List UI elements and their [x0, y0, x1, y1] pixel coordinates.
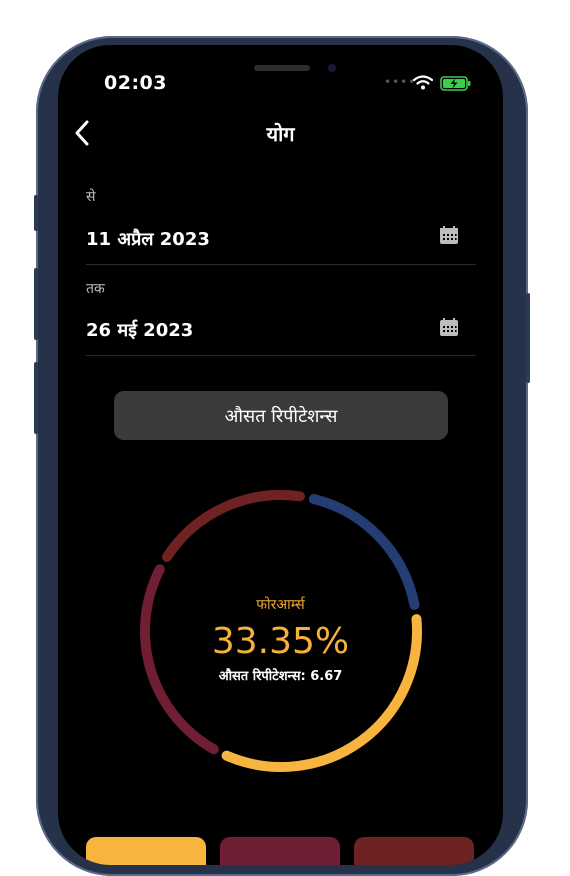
to-date-divider	[86, 355, 476, 356]
ring-segment-red	[161, 490, 305, 562]
bottom-button-yellow[interactable]	[86, 837, 206, 865]
status-time: 02:03	[104, 72, 167, 94]
to-date-label: तक	[86, 281, 105, 297]
ring-percentage: 33.35%	[211, 621, 350, 662]
notch	[162, 45, 400, 91]
side-button-left-2	[34, 268, 38, 340]
ring-category-label: फोरआर्म्स	[256, 597, 305, 613]
wifi-icon	[413, 75, 433, 90]
to-date-value[interactable]: 26 मई 2023	[86, 318, 193, 342]
signal-dots-icon: ••••	[384, 75, 417, 89]
average-repetitions-label: औसत रिपीटेशन्स	[224, 405, 338, 427]
battery-charging-icon	[440, 76, 471, 91]
page-title: योग	[266, 122, 295, 146]
side-button-left-3	[34, 362, 38, 434]
from-date-value[interactable]: 11 अप्रैल 2023	[86, 227, 210, 251]
screen: 02:03 •••• योग से 11 अप्रैल 2023 तक 26 म…	[58, 45, 503, 865]
from-date-divider	[86, 264, 476, 265]
from-date-label: से	[86, 189, 96, 205]
side-button-left-1	[34, 195, 38, 231]
calendar-icon[interactable]	[439, 317, 459, 337]
calendar-icon[interactable]	[439, 225, 459, 245]
ring-average-text: औसत रिपीटेशन्स: 6.67	[218, 669, 343, 684]
bottom-button-maroon[interactable]	[220, 837, 340, 865]
ring-segment-blue	[308, 494, 420, 611]
speaker	[254, 65, 310, 71]
average-repetitions-button[interactable]: औसत रिपीटेशन्स	[114, 391, 448, 440]
front-camera	[328, 64, 336, 72]
bottom-button-red[interactable]	[354, 837, 474, 865]
side-button-right	[526, 293, 530, 383]
